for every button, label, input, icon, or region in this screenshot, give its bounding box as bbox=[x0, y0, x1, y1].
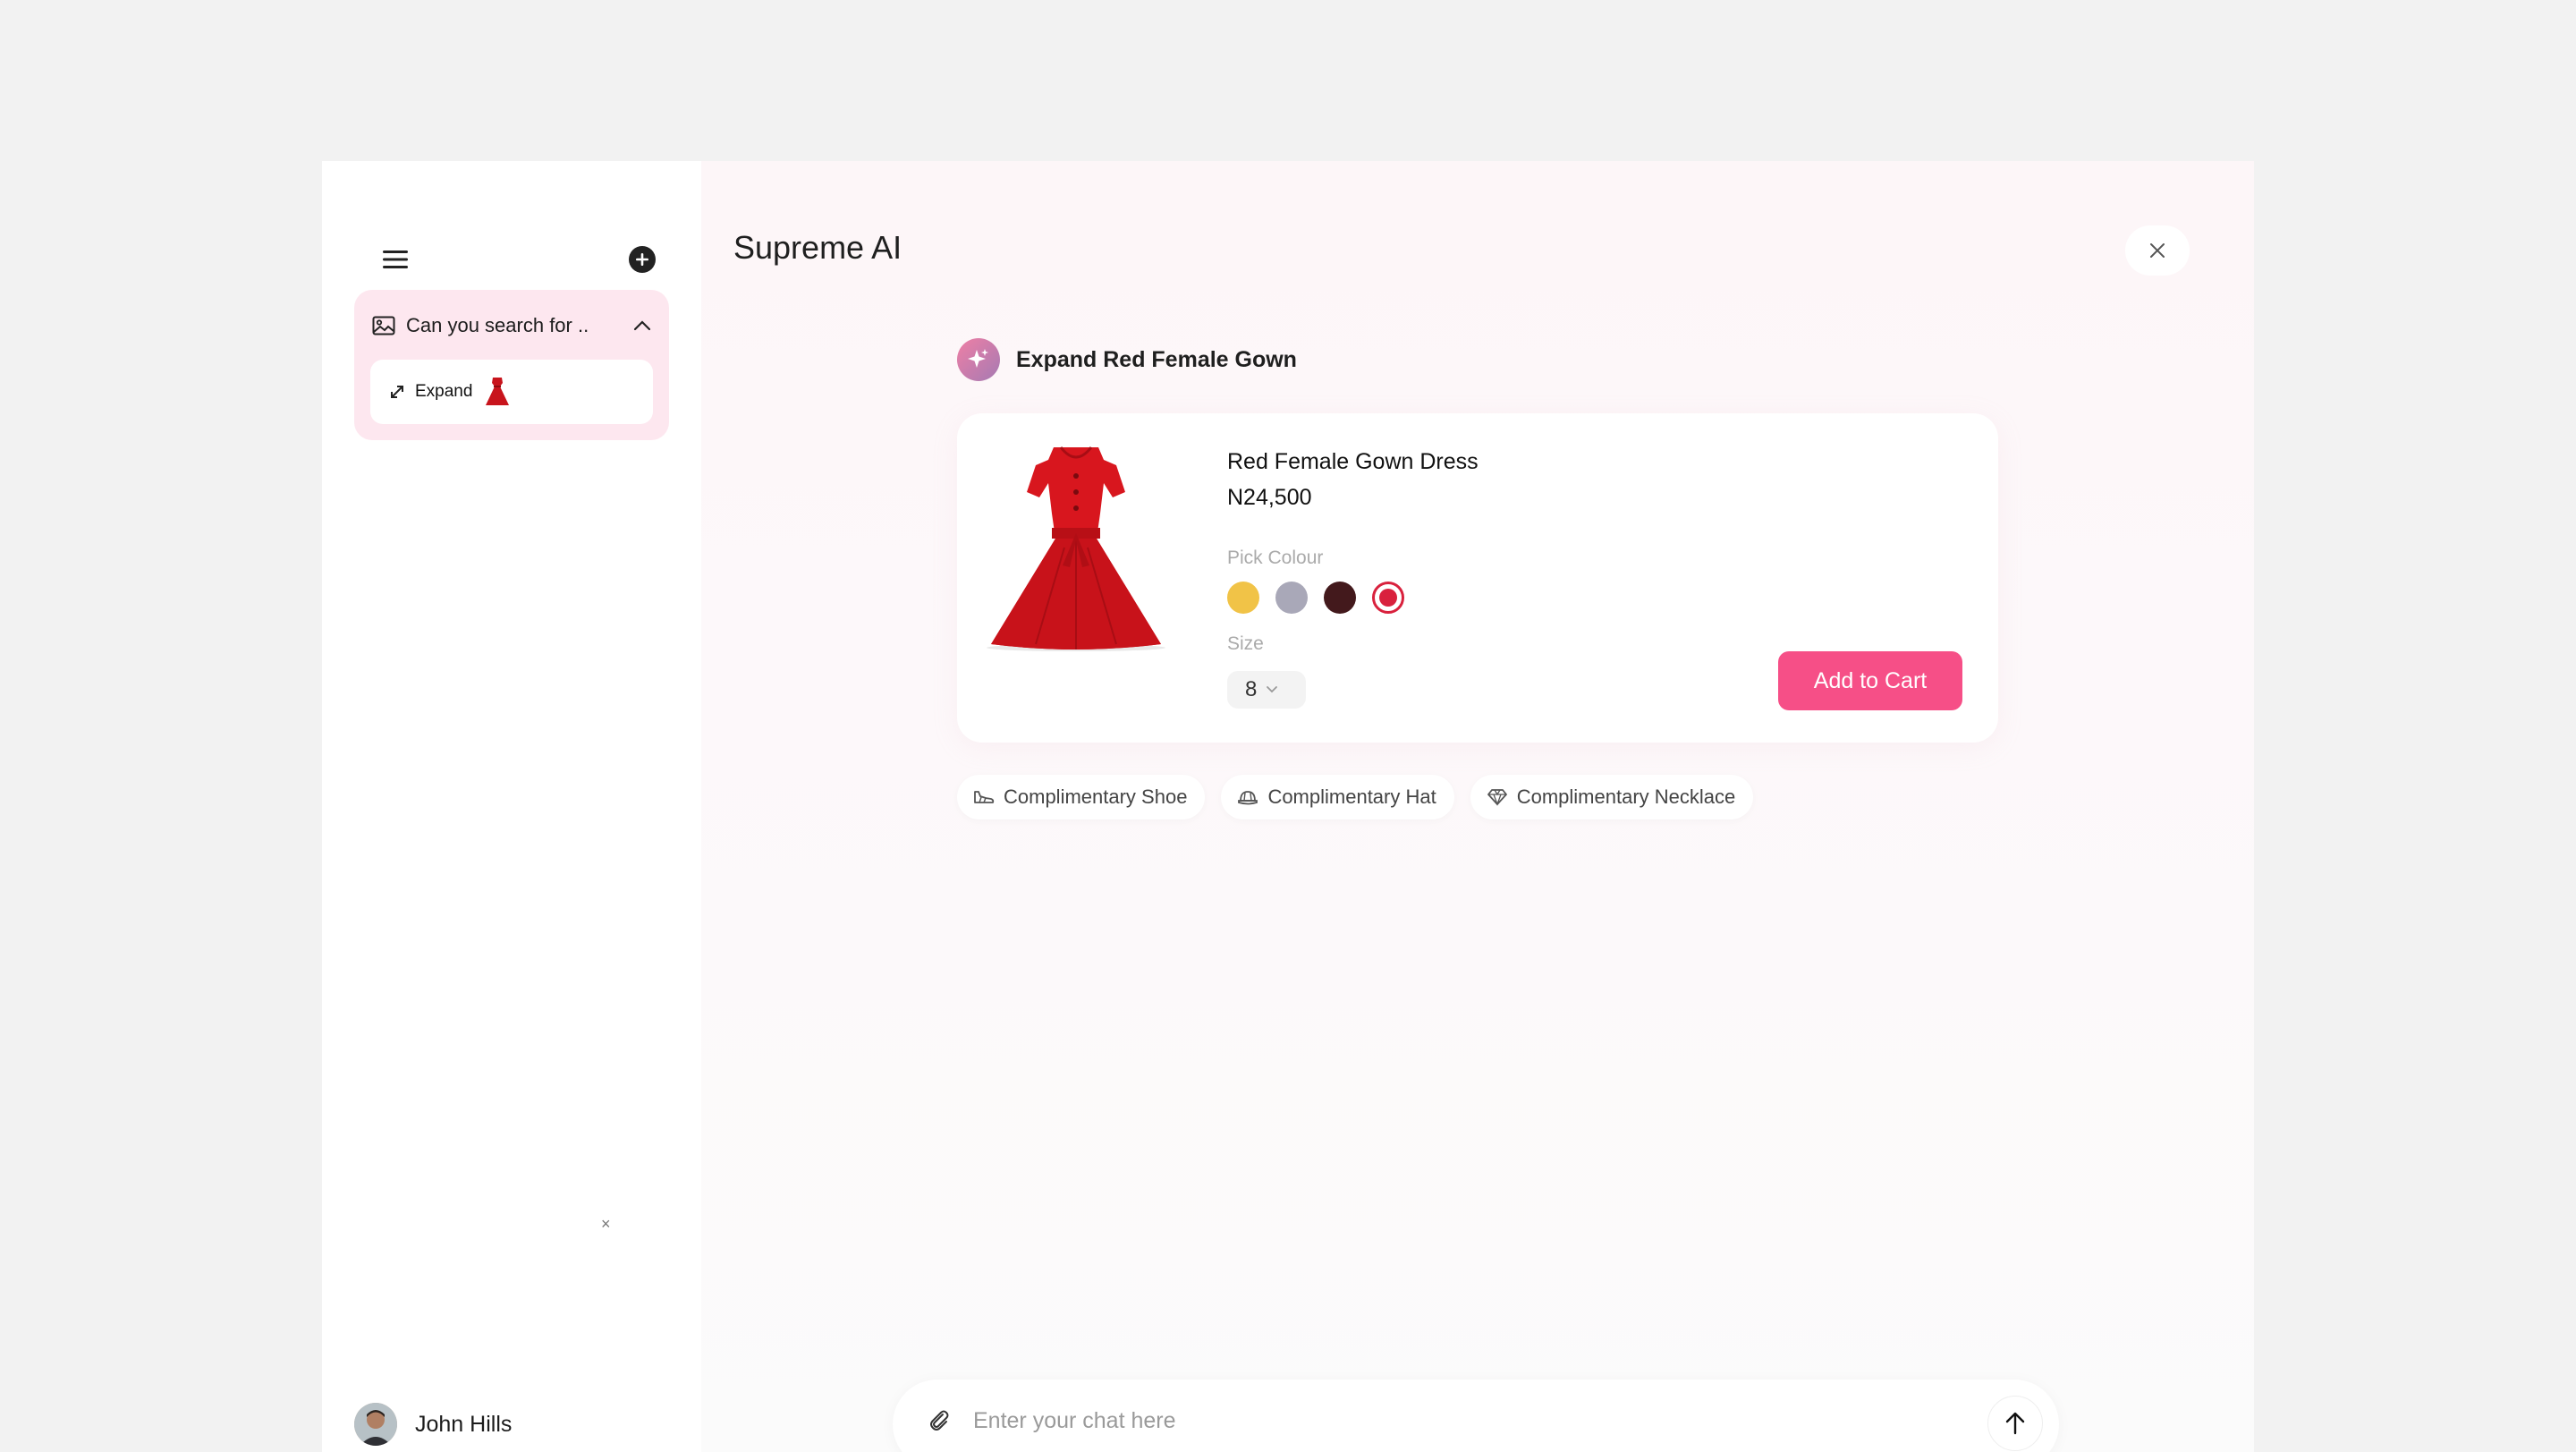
colour-swatches bbox=[1227, 582, 1404, 614]
app-window: Can you search for .. Expand × John Hill… bbox=[322, 161, 2254, 1452]
chat-composer bbox=[893, 1380, 2059, 1452]
size-value: 8 bbox=[1245, 677, 1258, 701]
avatar bbox=[354, 1403, 397, 1446]
arrow-up-icon bbox=[2005, 1412, 2025, 1435]
hamburger-icon bbox=[383, 250, 408, 268]
suggestion-chip-label: Complimentary Hat bbox=[1267, 785, 1436, 808]
chevron-down-icon bbox=[1267, 686, 1278, 693]
product-name: Red Female Gown Dress bbox=[1227, 449, 1479, 474]
suggestion-chip-shoe[interactable]: Complimentary Shoe bbox=[957, 775, 1206, 819]
ai-message-text: Expand Red Female Gown bbox=[1016, 346, 1297, 372]
product-price: N24,500 bbox=[1227, 485, 1312, 510]
chat-input[interactable] bbox=[971, 1399, 1869, 1442]
colour-swatch-4[interactable] bbox=[1372, 582, 1404, 614]
ai-message: Expand Red Female Gown bbox=[957, 338, 1297, 381]
suggestion-chips: Complimentary Shoe Complimentary Hat Com… bbox=[957, 775, 1754, 819]
image-icon bbox=[372, 316, 395, 335]
add-to-cart-button[interactable]: Add to Cart bbox=[1778, 651, 1962, 710]
dress-thumbnail bbox=[486, 378, 510, 405]
send-button[interactable] bbox=[1987, 1396, 2043, 1451]
chat-history-title: Can you search for .. bbox=[406, 314, 589, 336]
size-select[interactable]: 8 bbox=[1227, 671, 1306, 709]
colour-swatch-2[interactable] bbox=[1275, 582, 1308, 614]
page-title: Supreme AI bbox=[733, 229, 902, 266]
menu-button[interactable] bbox=[372, 236, 419, 283]
suggestion-chip-hat[interactable]: Complimentary Hat bbox=[1221, 775, 1454, 819]
chevron-up-icon[interactable] bbox=[633, 320, 651, 331]
product-image bbox=[987, 446, 1165, 651]
user-profile[interactable]: John Hills bbox=[354, 1403, 512, 1446]
colour-swatch-3[interactable] bbox=[1324, 582, 1356, 614]
new-chat-button[interactable] bbox=[619, 236, 665, 283]
suggestion-chip-label: Complimentary Necklace bbox=[1516, 785, 1736, 808]
sidebar: Can you search for .. Expand × John Hill… bbox=[322, 161, 701, 1452]
dismiss-icon[interactable]: × bbox=[601, 1215, 611, 1234]
pick-colour-label: Pick Colour bbox=[1227, 548, 1324, 568]
shoe-icon bbox=[974, 791, 995, 803]
size-label: Size bbox=[1227, 633, 1264, 654]
paperclip-icon[interactable] bbox=[925, 1406, 953, 1435]
plus-circle-icon bbox=[629, 246, 656, 273]
diamond-icon bbox=[1487, 789, 1507, 806]
expand-icon bbox=[391, 386, 403, 398]
user-name: John Hills bbox=[415, 1411, 513, 1437]
chat-history-header[interactable]: Can you search for .. bbox=[372, 306, 651, 345]
product-card: Red Female Gown Dress N24,500 Pick Colou… bbox=[957, 413, 1998, 743]
chat-history-group: Can you search for .. Expand bbox=[354, 290, 669, 440]
ai-sparkle-icon bbox=[957, 338, 1000, 381]
suggestion-chip-necklace[interactable]: Complimentary Necklace bbox=[1470, 775, 1754, 819]
chat-history-item[interactable]: Expand bbox=[370, 360, 653, 424]
chat-history-item-label: Expand bbox=[415, 382, 473, 401]
chat-area: Supreme AI Expand Red Female Gown Red Fe… bbox=[701, 161, 2254, 1452]
close-icon bbox=[2150, 243, 2165, 258]
suggestion-chip-label: Complimentary Shoe bbox=[1004, 785, 1188, 808]
close-button[interactable] bbox=[2125, 225, 2190, 276]
hat-icon bbox=[1238, 791, 1258, 805]
colour-swatch-1[interactable] bbox=[1227, 582, 1259, 614]
